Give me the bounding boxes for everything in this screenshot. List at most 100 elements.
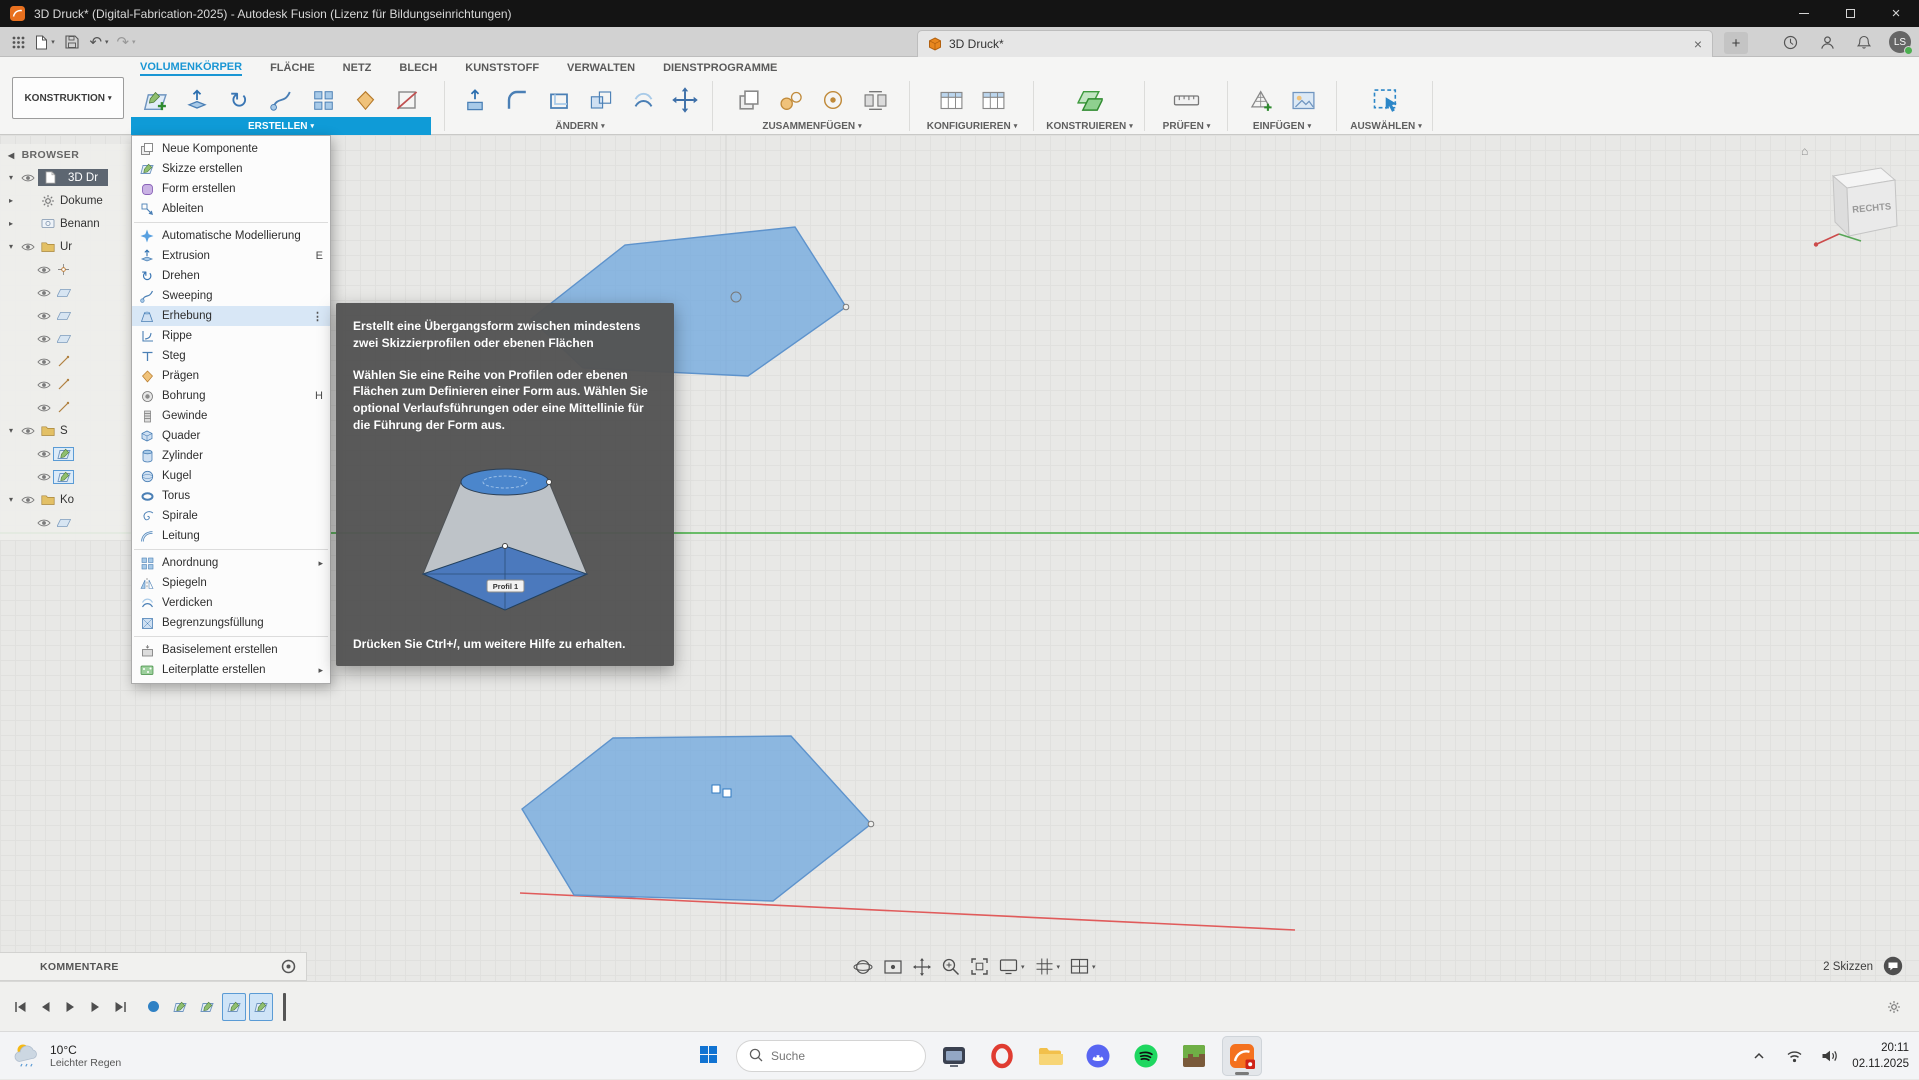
construction-plane-button[interactable]	[1072, 82, 1108, 118]
menu-item-verdicken[interactable]: Verdicken	[132, 593, 330, 613]
menu-item-drehen[interactable]: ↻Drehen	[132, 266, 330, 286]
menu-item-leiterplatte-erstellen[interactable]: Leiterplatte erstellen▸	[132, 660, 330, 680]
discord-app-button[interactable]	[1078, 1036, 1118, 1076]
select-button[interactable]	[1368, 82, 1404, 118]
minecraft-app-button[interactable]	[1174, 1036, 1214, 1076]
comments-bar[interactable]: KOMMENTARE	[0, 952, 307, 981]
orbit-button[interactable]	[853, 957, 873, 977]
menu-item-rippe[interactable]: Rippe	[132, 326, 330, 346]
expand-closed-icon[interactable]: ▸	[4, 219, 18, 228]
look-at-button[interactable]	[883, 958, 903, 976]
file-button[interactable]: ▾	[33, 30, 57, 54]
menu-item-prägen[interactable]: Prägen	[132, 366, 330, 386]
spotify-app-button[interactable]	[1126, 1036, 1166, 1076]
menu-item-automatische-modellierung[interactable]: Automatische Modellierung	[132, 226, 330, 246]
menu-item-begrenzungsfüllung[interactable]: Begrenzungsfüllung	[132, 613, 330, 633]
start-button[interactable]	[688, 1036, 728, 1076]
undo-button[interactable]: ↶▾	[87, 30, 111, 54]
origin-point-handle[interactable]	[723, 789, 731, 797]
more-options-icon[interactable]: ⋮	[312, 310, 323, 323]
redo-button[interactable]: ↷▾	[114, 30, 138, 54]
zoom-button[interactable]	[941, 957, 960, 976]
split-button[interactable]	[389, 82, 425, 118]
sketch-hexagon-bottom[interactable]	[522, 736, 871, 901]
menu-item-form-erstellen[interactable]: Form erstellen	[132, 179, 330, 199]
skip-start-button[interactable]	[8, 993, 33, 1021]
visibility-eye-icon[interactable]	[18, 495, 38, 505]
menu-item-sweeping[interactable]: Sweeping	[132, 286, 330, 306]
timeline-start-marker[interactable]	[148, 1001, 159, 1012]
comment-count-badge[interactable]	[1883, 956, 1903, 976]
visibility-eye-icon[interactable]	[34, 403, 54, 413]
menu-item-erhebung[interactable]: Erhebung⋮	[132, 306, 330, 326]
viewports-button[interactable]: ▾	[1070, 958, 1096, 975]
vertex-point[interactable]	[843, 304, 849, 310]
combine-button[interactable]	[583, 82, 619, 118]
menu-item-steg[interactable]: Steg	[132, 346, 330, 366]
create-sketch-button[interactable]	[137, 82, 173, 118]
ribbon-tab-kunststoff[interactable]: KUNSTSTOFF	[465, 62, 539, 74]
rigid-group-button[interactable]	[857, 82, 893, 118]
step-back-button[interactable]	[33, 993, 58, 1021]
vertex-point[interactable]	[868, 821, 874, 827]
menu-item-leitung[interactable]: Leitung	[132, 526, 330, 546]
ribbon-tab-verwalten[interactable]: VERWALTEN	[567, 62, 635, 74]
collapse-panel-icon[interactable]: ◀	[8, 151, 15, 160]
expand-open-icon[interactable]: ▾	[4, 495, 18, 504]
visibility-eye-icon[interactable]	[34, 380, 54, 390]
grid-snap-button[interactable]: ▾	[1035, 957, 1061, 976]
move-button[interactable]	[667, 82, 703, 118]
ribbon-tab-netz[interactable]: NETZ	[343, 62, 372, 74]
new-tab-button[interactable]: +	[1724, 32, 1748, 54]
menu-item-ableiten[interactable]: Ableiten	[132, 199, 330, 219]
shell-button[interactable]	[541, 82, 577, 118]
fillet-button[interactable]	[499, 82, 535, 118]
menu-item-spiegeln[interactable]: Spiegeln	[132, 573, 330, 593]
view-cube[interactable]: ⌂ RECHTS	[1803, 152, 1909, 258]
save-button[interactable]	[60, 30, 84, 54]
measure-button[interactable]	[1169, 82, 1205, 118]
menu-item-kugel[interactable]: Kugel	[132, 466, 330, 486]
skip-end-button[interactable]	[108, 993, 133, 1021]
configuration-button[interactable]	[933, 82, 969, 118]
app-grid-button[interactable]	[6, 30, 30, 54]
joint-button[interactable]	[773, 82, 809, 118]
group-label-konstruieren[interactable]: KONSTRUIEREN▾	[1038, 117, 1141, 135]
comment-marker-icon[interactable]	[281, 959, 296, 974]
pan-button[interactable]	[913, 958, 931, 976]
group-label-ändern[interactable]: ÄNDERN▾	[452, 117, 708, 135]
visibility-eye-icon[interactable]	[18, 242, 38, 252]
search-input[interactable]	[771, 1049, 901, 1063]
menu-item-quader[interactable]: Quader	[132, 426, 330, 446]
timeline-feature-sketch[interactable]	[249, 993, 273, 1021]
expand-open-icon[interactable]: ▾	[4, 242, 18, 251]
explorer-app-button[interactable]	[1030, 1036, 1070, 1076]
bell-button[interactable]	[1852, 30, 1876, 54]
timeline-feature-sketch[interactable]	[222, 993, 246, 1021]
opera-app-button[interactable]	[982, 1036, 1022, 1076]
menu-item-zylinder[interactable]: Zylinder	[132, 446, 330, 466]
insert-mesh-button[interactable]	[1243, 82, 1279, 118]
revolve-button[interactable]: ↻	[221, 82, 257, 118]
chevron-up-button[interactable]	[1747, 1044, 1771, 1068]
history-button[interactable]	[1778, 30, 1802, 54]
as-built-joint-button[interactable]	[815, 82, 851, 118]
visibility-eye-icon[interactable]	[34, 449, 54, 459]
fit-button[interactable]	[970, 957, 989, 976]
press-pull-button[interactable]	[457, 82, 493, 118]
timeline-feature-sketch[interactable]	[168, 993, 192, 1021]
weather-widget[interactable]: 10°C Leichter Regen	[12, 1032, 121, 1080]
menu-item-neue-komponente[interactable]: Neue Komponente	[132, 139, 330, 159]
ribbon-tab-blech[interactable]: BLECH	[399, 62, 437, 74]
extrude-button[interactable]	[179, 82, 215, 118]
visibility-eye-icon[interactable]	[18, 173, 38, 183]
visibility-eye-icon[interactable]	[34, 518, 54, 528]
wifi-button[interactable]	[1782, 1044, 1806, 1068]
visibility-eye-icon[interactable]	[34, 357, 54, 367]
ribbon-tab-volumenkörper[interactable]: VOLUMENKÖRPER	[140, 61, 242, 76]
timeline-feature-sketch[interactable]	[195, 993, 219, 1021]
maximize-button[interactable]	[1827, 0, 1873, 27]
offset-button[interactable]	[625, 82, 661, 118]
expand-open-icon[interactable]: ▾	[4, 173, 18, 182]
app-window-app-button[interactable]	[934, 1036, 974, 1076]
